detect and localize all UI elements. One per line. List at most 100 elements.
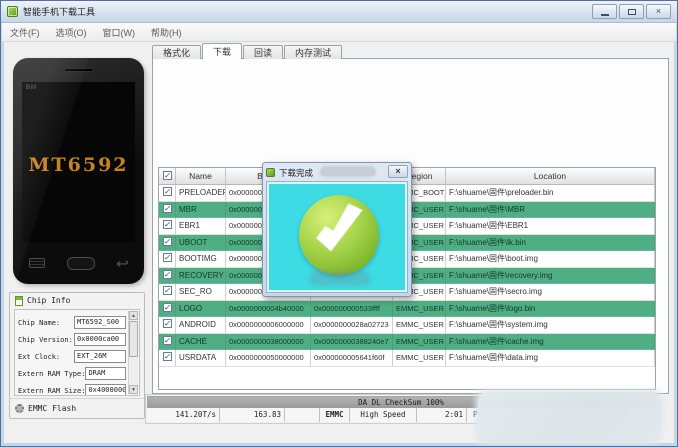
chip-field-value[interactable]: 0x0000ca00 [74,333,126,346]
gear-icon [15,404,24,413]
chip-field-label: Ext Clock: [18,352,61,361]
chip-field-row: Extern RAM Type: DRAM [18,365,137,382]
menubar: 文件(F) 选项(O) 窗口(W) 帮助(H) [2,23,676,42]
file-location: F:\shuame\固件\lk.bin [446,234,655,251]
status-size: 163.83 [220,408,285,422]
file-location: F:\shuame\固件\cache.img [446,333,655,350]
scroll-thumb[interactable] [129,321,138,357]
end-address: 0x000000005641f60f [311,350,393,367]
status-usb-mode: High Speed [350,408,417,422]
success-check-icon [299,195,379,275]
titlebar[interactable]: 智能手机下载工具 × [1,1,677,23]
menu-item[interactable]: 选项(O) [56,26,87,39]
tab[interactable]: 格式化 [152,45,202,59]
begin-address: 0x0000000050000000 [226,350,311,367]
blurred-watermark [311,273,369,284]
status-empty [285,408,320,422]
partition-name: CACHE [176,333,226,350]
table-row[interactable]: ✓ LOGO 0x0000000004b40000 0x000000000533… [159,300,655,317]
partition-name: EBR1 [176,218,226,235]
end-address: 0x0000000028a02723 [311,317,393,334]
file-location: F:\shuame\固件\MBR [446,201,655,218]
chip-field-row: Ext Clock: EXT_26M [18,348,137,365]
row-checkbox[interactable]: ✓ [159,300,176,317]
emmc-flash-header[interactable]: EMMC Flash [10,398,144,418]
app-icon [7,6,18,17]
menu-item[interactable]: 帮助(H) [151,26,182,39]
chip-field-row: Chip Version: 0x0000ca00 [18,331,137,348]
row-checkbox[interactable]: ✓ [159,284,176,301]
file-location: F:\shuame\固件\preloader.bin [446,185,655,202]
region: EMMC_USER [393,300,446,317]
emmc-flash-label: EMMC Flash [28,404,77,413]
tab[interactable]: 内存测试 [284,45,343,59]
partition-name: BOOTIMG [176,251,226,268]
begin-address: 0x0000000004b40000 [226,300,311,317]
row-checkbox[interactable]: ✓ [159,185,176,202]
row-checkbox[interactable]: ✓ [159,333,176,350]
row-checkbox[interactable]: ✓ [159,350,176,367]
partition-name: PRELOADER [176,185,226,202]
chip-info-title: Chip Info [27,296,71,305]
row-checkbox[interactable]: ✓ [159,267,176,284]
chip-field-label: Extern RAM Size: [18,386,86,395]
download-complete-dialog: 下载完成 × [262,162,412,297]
menu-item[interactable]: 窗口(W) [103,26,136,39]
tab[interactable]: 回读 [243,45,284,59]
dialog-close-button[interactable]: × [388,165,408,178]
chip-field-label: Chip Version: [18,335,73,344]
chip-field-row: Extern RAM Size: 0x40000000 [18,382,137,395]
scroll-up-icon[interactable]: ▲ [129,311,138,320]
chip-field-value[interactable]: EXT_26M [74,350,126,363]
file-location: F:\shuame\固件\data.img [446,350,655,367]
status-storage: EMMC [320,408,350,422]
chip-scrollbar[interactable]: ▲ ▼ [128,311,138,394]
dialog-body [266,181,408,293]
row-checkbox[interactable]: ✓ [159,201,176,218]
menu-item[interactable]: 文件(F) [10,26,40,39]
partition-name: UBOOT [176,234,226,251]
region: EMMC_USER [393,350,446,367]
window-title: 智能手机下载工具 [23,7,96,17]
file-location: F:\shuame\固件\recovery.img [446,267,655,284]
close-button[interactable]: × [646,4,671,19]
chip-field-row: Chip Name: MT6592_S00 [18,314,137,331]
table-row[interactable]: ✓ CACHE 0x0000000038000000 0x00000000388… [159,333,655,350]
scroll-down-icon[interactable]: ▼ [129,385,138,394]
row-checkbox[interactable]: ✓ [159,234,176,251]
chip-field-value[interactable]: DRAM [85,367,126,380]
window-frame-bottom [1,443,677,446]
status-time: 2:01 [417,408,467,422]
dialog-title: 下载完成 [279,167,314,178]
app-window: 智能手机下载工具 × 文件(F) 选项(O) 窗口(W) 帮助(H) BM MT659… [0,0,678,447]
select-all-checkbox[interactable]: ✓ [159,168,176,185]
end-address: 0x00000000388240e7 [311,333,393,350]
window-frame-left [1,23,4,446]
file-location: F:\shuame\固件\system.img [446,317,655,334]
header-name[interactable]: Name [176,168,226,185]
partition-name: ANDROID [176,317,226,334]
chip-field-label: Chip Name: [18,318,61,327]
begin-address: 0x0000000038000000 [226,333,311,350]
tab[interactable]: 下载 [202,43,243,59]
minimize-button[interactable] [592,4,617,19]
table-row[interactable]: ✓ ANDROID 0x0000000006000000 0x000000002… [159,317,655,334]
row-checkbox[interactable]: ✓ [159,218,176,235]
blurred-watermark [321,167,375,176]
header-location[interactable]: Location [446,168,655,185]
row-checkbox[interactable]: ✓ [159,251,176,268]
row-checkbox[interactable]: ✓ [159,317,176,334]
partition-name: MBR [176,201,226,218]
table-row[interactable]: ✓ USRDATA 0x0000000050000000 0x000000005… [159,350,655,367]
chip-field-label: Extern RAM Type: [18,369,86,378]
blurred-watermark-blob [478,392,660,442]
chip-info-header[interactable]: Chip Info [10,293,144,308]
file-location: F:\shuame\固件\boot.img [446,251,655,268]
chip-field-value[interactable]: MT6592_S00 [74,316,126,329]
begin-address: 0x0000000006000000 [226,317,311,334]
file-location: F:\shuame\固件\logo.bin [446,300,655,317]
status-speed: 141.20T/s [147,408,220,422]
maximize-button[interactable] [619,4,644,19]
chip-icon [15,295,23,306]
chip-field-value[interactable]: 0x40000000 [85,384,126,395]
